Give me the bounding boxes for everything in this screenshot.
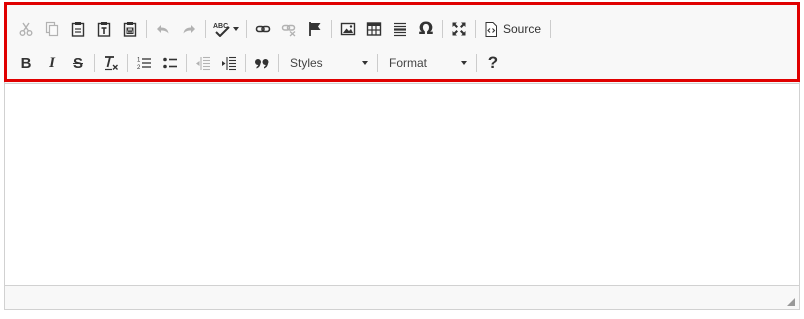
editor-status-bar: [5, 285, 799, 309]
help-button[interactable]: ?: [480, 50, 506, 76]
source-button[interactable]: Source: [479, 16, 547, 42]
spellcheck-button[interactable]: ABC: [209, 16, 243, 42]
svg-text:2: 2: [137, 65, 141, 71]
clipboard-word-icon: [123, 22, 137, 37]
format-dropdown[interactable]: Format: [381, 50, 473, 76]
bulleted-list-icon: [163, 57, 177, 69]
source-icon: [485, 21, 497, 37]
horizontal-rule-icon: [394, 22, 406, 37]
paste-text-button[interactable]: [91, 16, 117, 42]
clipboard-icon: [71, 22, 85, 37]
remove-format-icon: [105, 56, 118, 71]
outdent-icon: [196, 56, 210, 71]
cut-button[interactable]: [13, 16, 39, 42]
toolbar-separator: [246, 20, 247, 38]
chevron-down-icon: [461, 61, 467, 65]
maximize-icon: [452, 22, 466, 36]
toolbar-separator: [205, 20, 206, 38]
paste-button[interactable]: [65, 16, 91, 42]
toolbar-separator: [476, 54, 477, 72]
link-icon: [255, 25, 271, 33]
toolbar-separator: [146, 20, 147, 38]
chevron-down-icon: [362, 61, 368, 65]
styles-dropdown[interactable]: Styles: [282, 50, 374, 76]
editor-toolbar: ABC Ω Source B I S 1 2 Styles Format ?: [5, 3, 799, 84]
toolbar-row-1: ABC Ω Source: [13, 16, 554, 42]
undo-icon: [157, 25, 169, 34]
copy-button[interactable]: [39, 16, 65, 42]
paste-word-button[interactable]: [117, 16, 143, 42]
styles-label: Styles: [290, 56, 323, 70]
toolbar-separator: [550, 20, 552, 38]
flag-icon: [309, 22, 321, 36]
toolbar-separator: [94, 54, 95, 72]
table-icon: [366, 22, 382, 36]
unlink-icon: [281, 24, 296, 37]
redo-button[interactable]: [176, 16, 202, 42]
anchor-button[interactable]: [302, 16, 328, 42]
strikethrough-icon: S: [72, 54, 83, 72]
format-label: Format: [389, 56, 428, 70]
toolbar-separator: [377, 54, 378, 72]
table-button[interactable]: [361, 16, 387, 42]
toolbar-separator: [186, 54, 187, 72]
scissors-icon: [19, 22, 33, 36]
spellcheck-icon: ABC: [213, 23, 230, 37]
image-icon: [340, 22, 356, 36]
bulleted-list-button[interactable]: [157, 50, 183, 76]
toolbar-row-2: B I S 1 2 Styles Format ?: [13, 50, 506, 76]
toolbar-separator: [245, 54, 246, 72]
rich-text-editor: ABC Ω Source B I S 1 2 Styles Format ?: [4, 2, 800, 310]
indent-button[interactable]: [216, 50, 242, 76]
chevron-down-icon: [233, 27, 239, 31]
toolbar-separator: [442, 20, 443, 38]
blockquote-button[interactable]: [249, 50, 275, 76]
quote-icon: [255, 59, 269, 69]
copy-icon: [45, 21, 59, 37]
help-icon: ?: [487, 53, 499, 72]
image-button[interactable]: [335, 16, 361, 42]
bold-icon: B: [20, 54, 32, 72]
strikethrough-button[interactable]: S: [65, 50, 91, 76]
omega-icon: Ω: [418, 19, 434, 39]
clipboard-text-icon: [97, 22, 111, 37]
editor-content-area[interactable]: [5, 84, 799, 285]
horizontal-rule-button[interactable]: [387, 16, 413, 42]
maximize-button[interactable]: [446, 16, 472, 42]
indent-icon: [222, 56, 236, 71]
toolbar-separator: [331, 20, 332, 38]
italic-icon: I: [49, 54, 55, 71]
toolbar-separator: [475, 20, 476, 38]
svg-text:1: 1: [137, 58, 141, 64]
italic-button[interactable]: I: [39, 50, 65, 76]
resize-handle-icon[interactable]: [787, 298, 795, 306]
remove-format-button[interactable]: [98, 50, 124, 76]
toolbar-separator: [278, 54, 279, 72]
numbered-list-icon: 1 2: [137, 58, 151, 71]
numbered-list-button[interactable]: 1 2: [131, 50, 157, 76]
undo-button[interactable]: [150, 16, 176, 42]
redo-icon: [183, 25, 195, 34]
special-char-button[interactable]: Ω: [413, 16, 439, 42]
unlink-button[interactable]: [276, 16, 302, 42]
bold-button[interactable]: B: [13, 50, 39, 76]
source-label: Source: [503, 22, 542, 36]
link-button[interactable]: [250, 16, 276, 42]
toolbar-separator: [127, 54, 128, 72]
outdent-button[interactable]: [190, 50, 216, 76]
